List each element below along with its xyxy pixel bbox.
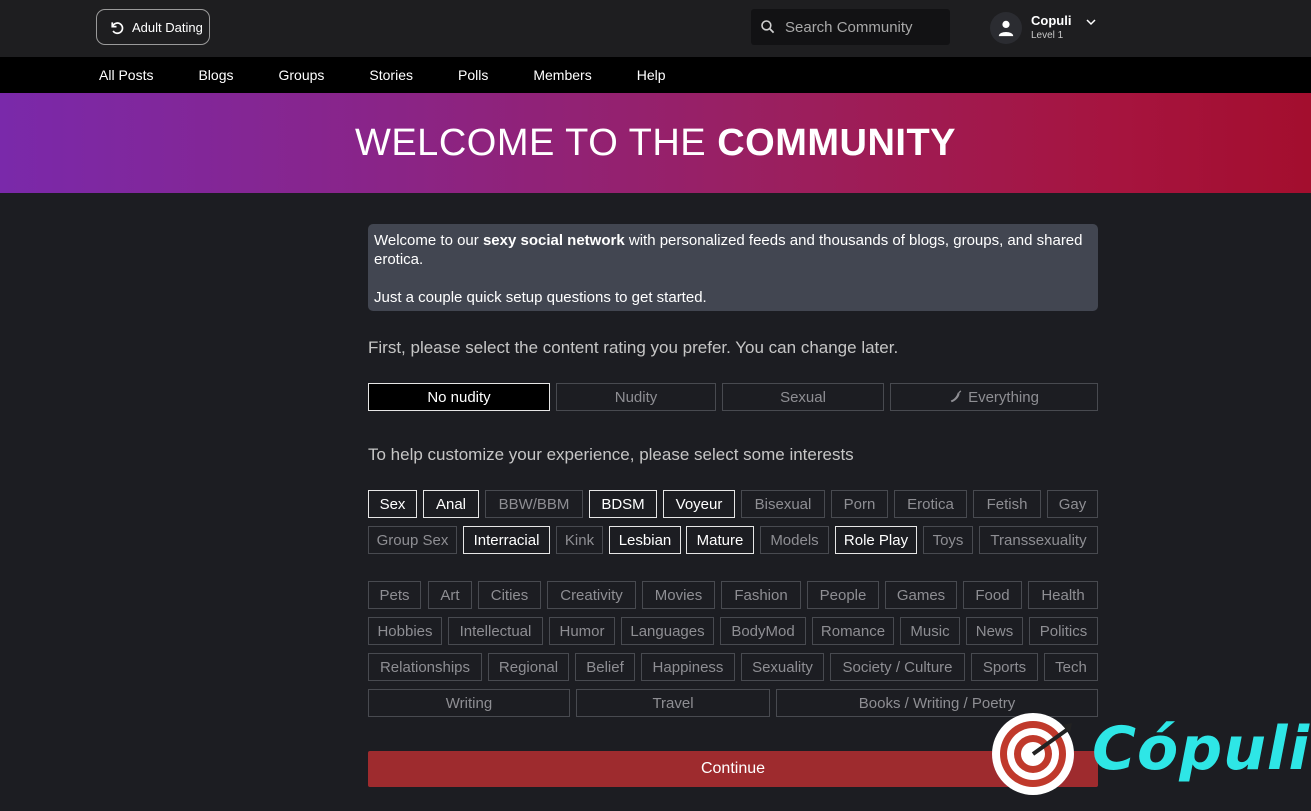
interest-fetish[interactable]: Fetish	[973, 490, 1041, 518]
interest-art[interactable]: Art	[428, 581, 472, 609]
pepper-icon	[950, 390, 962, 403]
interest-sexuality[interactable]: Sexuality	[741, 653, 824, 681]
rating-prompt: First, please select the content rating …	[368, 338, 899, 357]
interest-movies[interactable]: Movies	[642, 581, 715, 609]
search-box[interactable]	[751, 9, 950, 45]
nav-members[interactable]: Members	[533, 67, 591, 83]
copuli-logo: Cópuli	[990, 708, 1309, 804]
logo-text: Cópuli	[1092, 714, 1311, 784]
target-logo-icon	[992, 713, 1074, 795]
interest-bisexual[interactable]: Bisexual	[741, 490, 825, 518]
interest-toys[interactable]: Toys	[923, 526, 973, 554]
interest-politics[interactable]: Politics	[1029, 617, 1098, 645]
nav-all-posts[interactable]: All Posts	[99, 67, 153, 83]
interest-porn[interactable]: Porn	[831, 490, 888, 518]
interest-regional[interactable]: Regional	[488, 653, 569, 681]
interest-romance[interactable]: Romance	[812, 617, 894, 645]
interest-intellectual[interactable]: Intellectual	[448, 617, 543, 645]
interest-writing[interactable]: Writing	[368, 689, 570, 717]
rating-nudity[interactable]: Nudity	[556, 383, 716, 411]
interest-group-sex[interactable]: Group Sex	[368, 526, 457, 554]
interest-fashion[interactable]: Fashion	[721, 581, 801, 609]
interest-hobbies[interactable]: Hobbies	[368, 617, 442, 645]
interest-bodymod[interactable]: BodyMod	[720, 617, 806, 645]
nav-groups[interactable]: Groups	[279, 67, 325, 83]
interest-bdsm[interactable]: BDSM	[589, 490, 657, 518]
nav-blogs[interactable]: Blogs	[198, 67, 233, 83]
page-title: WELCOME TO THE COMMUNITY	[354, 121, 957, 164]
nav-help[interactable]: Help	[637, 67, 666, 83]
interest-sports[interactable]: Sports	[971, 653, 1038, 681]
interest-music[interactable]: Music	[900, 617, 960, 645]
avatar	[990, 12, 1022, 44]
interest-games[interactable]: Games	[885, 581, 957, 609]
user-name: Copuli	[1031, 13, 1072, 28]
interest-belief[interactable]: Belief	[575, 653, 635, 681]
interest-relationships[interactable]: Relationships	[368, 653, 482, 681]
interest-voyeur[interactable]: Voyeur	[663, 490, 735, 518]
interest-humor[interactable]: Humor	[549, 617, 615, 645]
interest-interracial[interactable]: Interracial	[463, 526, 550, 554]
interest-happiness[interactable]: Happiness	[641, 653, 735, 681]
interest-tech[interactable]: Tech	[1044, 653, 1098, 681]
interest-kink[interactable]: Kink	[556, 526, 603, 554]
interest-sex[interactable]: Sex	[368, 490, 417, 518]
interest-food[interactable]: Food	[963, 581, 1022, 609]
search-input[interactable]	[785, 18, 945, 36]
main-nav: All Posts Blogs Groups Stories Polls Mem…	[0, 57, 1311, 93]
intro-line-2: Just a couple quick setup questions to g…	[374, 289, 707, 306]
rating-sexual[interactable]: Sexual	[722, 383, 884, 411]
interest-transsexuality[interactable]: Transsexuality	[979, 526, 1098, 554]
rating-no-nudity[interactable]: No nudity	[368, 383, 550, 411]
user-level: Level 1	[1031, 30, 1064, 41]
intro-message: Welcome to our sexy social network with …	[368, 224, 1098, 311]
interest-mature[interactable]: Mature	[686, 526, 754, 554]
interest-languages[interactable]: Languages	[621, 617, 714, 645]
interest-health[interactable]: Health	[1028, 581, 1098, 609]
user-icon	[998, 20, 1014, 37]
interest-people[interactable]: People	[807, 581, 879, 609]
interest-society-culture[interactable]: Society / Culture	[830, 653, 965, 681]
intro-line-1: Welcome to our sexy social network with …	[374, 232, 1083, 268]
interest-anal[interactable]: Anal	[423, 490, 479, 518]
adult-dating-switch-button[interactable]: Adult Dating	[96, 9, 210, 45]
interest-travel[interactable]: Travel	[576, 689, 770, 717]
rating-everything[interactable]: Everything	[890, 383, 1098, 411]
top-bar: Adult Dating Copuli Level 1	[0, 0, 1311, 57]
nav-polls[interactable]: Polls	[458, 67, 488, 83]
interest-gay[interactable]: Gay	[1047, 490, 1098, 518]
nav-stories[interactable]: Stories	[369, 67, 413, 83]
search-icon	[761, 20, 775, 34]
interests-prompt: To help customize your experience, pleas…	[368, 445, 854, 464]
chevron-down-icon[interactable]	[1085, 16, 1097, 28]
interest-pets[interactable]: Pets	[368, 581, 421, 609]
interest-creativity[interactable]: Creativity	[547, 581, 636, 609]
interest-cities[interactable]: Cities	[478, 581, 541, 609]
welcome-hero: WELCOME TO THE COMMUNITY	[0, 93, 1311, 193]
interest-erotica[interactable]: Erotica	[894, 490, 967, 518]
switch-arrow-icon	[111, 21, 124, 34]
adult-dating-label: Adult Dating	[132, 19, 203, 35]
interest-models[interactable]: Models	[760, 526, 829, 554]
interest-news[interactable]: News	[966, 617, 1023, 645]
interest-bbw-bbm[interactable]: BBW/BBM	[485, 490, 583, 518]
interest-lesbian[interactable]: Lesbian	[609, 526, 681, 554]
user-menu[interactable]: Copuli Level 1	[990, 8, 1097, 48]
interest-role-play[interactable]: Role Play	[835, 526, 917, 554]
continue-button[interactable]: Continue	[368, 751, 1098, 787]
